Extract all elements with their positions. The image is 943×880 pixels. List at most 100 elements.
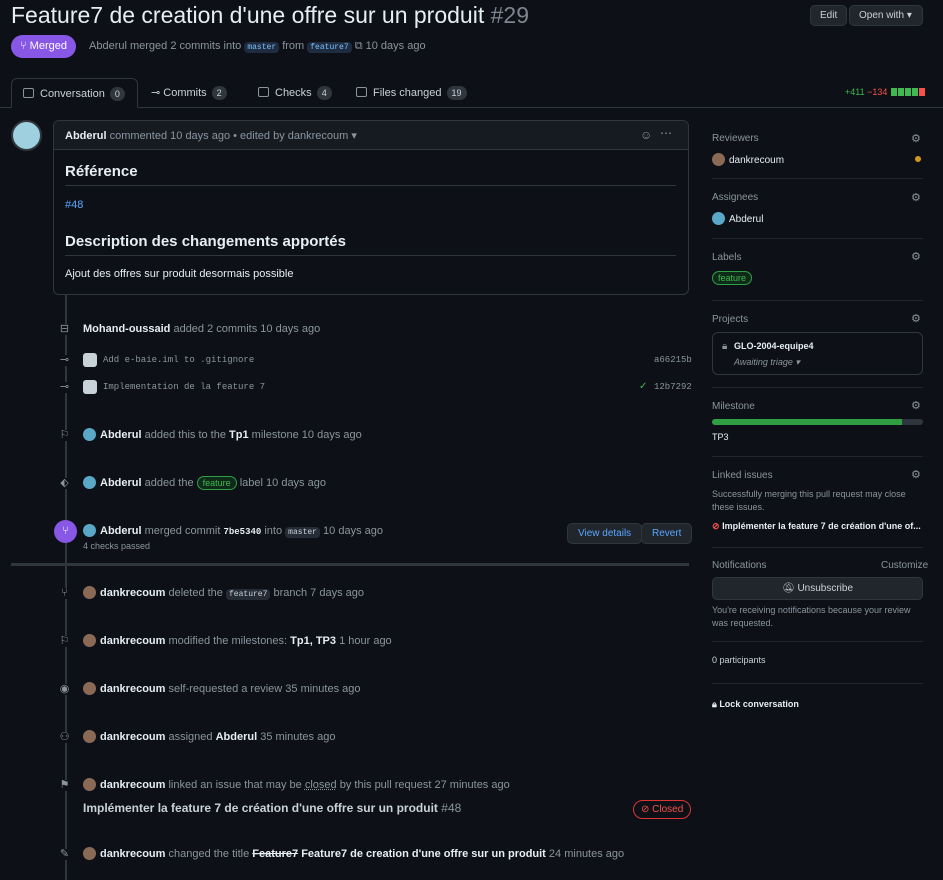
event-actor[interactable]: Mohand-oussaid	[83, 323, 170, 335]
event-actor[interactable]: dankrecoum	[100, 731, 165, 743]
commit-message[interactable]: Add e-baie.iml to .gitignore	[103, 355, 254, 365]
merge-commit-sha[interactable]: 7be5340	[223, 527, 261, 537]
actor-avatar[interactable]	[83, 428, 96, 441]
feature-label[interactable]: feature	[712, 271, 753, 285]
event-time[interactable]: 10 days ago	[260, 323, 320, 335]
feature-label[interactable]: feature	[196, 476, 237, 490]
milestones-list[interactable]: Tp1, TP3	[290, 635, 336, 647]
event-actor[interactable]: dankrecoum	[100, 683, 165, 695]
event-time[interactable]: 27 minutes ago	[435, 779, 510, 791]
commit-message[interactable]: Implementation de la feature 7	[103, 382, 265, 392]
tab-conversation[interactable]: Conversation 0	[11, 78, 138, 108]
assigned-event: dankrecoum assigned Abderul 35 minutes a…	[83, 730, 335, 743]
tab-files-changed[interactable]: Files changed 19	[356, 78, 467, 108]
smiley-icon[interactable]: ☺	[640, 128, 652, 142]
lock-conversation-label: Lock conversation	[719, 699, 799, 709]
project-name[interactable]: GLO-2004-equipe4	[734, 341, 814, 351]
event-time[interactable]: 1 hour ago	[339, 635, 392, 647]
issue-number[interactable]: #48	[441, 801, 461, 815]
assignee-link[interactable]: Abderul	[216, 731, 258, 743]
event-time[interactable]: 10 days ago	[302, 429, 362, 441]
event-time[interactable]: 24 minutes ago	[549, 848, 624, 860]
actor-avatar[interactable]	[83, 730, 96, 743]
unsubscribe-button[interactable]: 🔕︎ Unsubscribe	[712, 577, 923, 600]
reviewer-name[interactable]: dankrecoum	[729, 155, 784, 166]
revert-button[interactable]: Revert	[641, 523, 693, 544]
view-details-button[interactable]: View details	[567, 523, 643, 544]
sidebar-divider	[712, 238, 923, 239]
milestone-icon: ⚐	[59, 635, 70, 647]
event-actor[interactable]: dankrecoum	[100, 848, 165, 860]
event-time[interactable]: 10 days ago	[266, 477, 326, 489]
actor-avatar[interactable]	[83, 847, 96, 860]
sidebar-label[interactable]: feature	[712, 271, 753, 285]
file-diff-icon	[356, 87, 367, 97]
tab-checks[interactable]: Checks 4	[258, 78, 332, 108]
check-icon[interactable]: ✓	[639, 381, 647, 392]
event-time[interactable]: 35 minutes ago	[285, 683, 360, 695]
event-time[interactable]: 7 days ago	[310, 587, 364, 599]
reference-link[interactable]: #48	[65, 199, 83, 211]
author-avatar[interactable]	[11, 120, 42, 151]
event-actor[interactable]: dankrecoum	[100, 587, 165, 599]
base-branch[interactable]: master	[244, 42, 280, 53]
commit-sha[interactable]: 12b7292	[654, 382, 692, 392]
tab-commits[interactable]: ⊸ Commits 2	[151, 78, 227, 108]
linked-issue-title[interactable]: Implémenter la feature 7 de création d'u…	[722, 521, 921, 531]
gear-icon[interactable]: ⚙	[911, 252, 922, 263]
customize-link[interactable]: Customize	[881, 560, 928, 571]
project-status[interactable]: Awaiting triage ▾	[734, 357, 800, 368]
head-branch[interactable]: feature7	[307, 42, 352, 53]
project-card[interactable]: 🔒︎ GLO-2004-equipe4 Awaiting triage ▾	[712, 332, 923, 375]
milestone-name[interactable]: TP3	[712, 432, 729, 442]
gear-icon[interactable]: ⚙	[911, 401, 922, 412]
closed-word[interactable]: closed	[305, 779, 337, 791]
event-actor[interactable]: dankrecoum	[100, 779, 165, 791]
linked-issue-title[interactable]: Implémenter la feature 7 de création d'u…	[83, 801, 461, 815]
checks-passed[interactable]: 4 checks passed	[83, 541, 150, 551]
actor-avatar[interactable]	[83, 778, 96, 791]
gear-icon[interactable]: ⚙	[911, 193, 922, 204]
assignee-item[interactable]: Abderul	[712, 212, 763, 225]
gear-icon[interactable]: ⚙	[911, 134, 922, 145]
linked-issue-item[interactable]: ⊘ Implémenter la feature 7 de création d…	[712, 521, 921, 532]
gear-icon[interactable]: ⚙	[911, 470, 922, 481]
event-actor[interactable]: dankrecoum	[100, 635, 165, 647]
issue-title-text[interactable]: Implémenter la feature 7 de création d'u…	[83, 801, 438, 815]
comment-author[interactable]: Abderul	[65, 130, 107, 142]
reviewer-item[interactable]: dankrecoum	[712, 153, 784, 166]
event-actor[interactable]: Abderul	[100, 429, 142, 441]
milestone-link[interactable]: Tp1	[229, 429, 249, 441]
diff-square	[890, 88, 897, 96]
commit-avatar[interactable]	[83, 353, 97, 367]
actor-avatar[interactable]	[83, 476, 96, 489]
pr-author[interactable]: Abderul	[89, 40, 127, 52]
event-time[interactable]: 35 minutes ago	[260, 731, 335, 743]
event-time[interactable]: 10 days ago	[323, 525, 383, 537]
event-actor[interactable]: Abderul	[100, 525, 142, 537]
commit-avatar[interactable]	[83, 380, 97, 394]
actor-avatar[interactable]	[83, 682, 96, 695]
open-with-label: Open with	[859, 10, 905, 21]
commit-sha[interactable]: a66215b	[654, 355, 692, 365]
pr-from-text: from	[282, 40, 305, 52]
lock-conversation-link[interactable]: 🔒︎ Lock conversation	[712, 699, 799, 710]
sidebar-divider	[712, 178, 923, 179]
assignee-name[interactable]: Abderul	[729, 214, 763, 225]
actor-avatar[interactable]	[83, 634, 96, 647]
copy-icon[interactable]: ⧉	[355, 40, 363, 52]
open-with-button[interactable]: Open with ▾	[849, 5, 923, 26]
actor-avatar[interactable]	[83, 524, 96, 537]
merge-branch[interactable]: master	[285, 527, 320, 538]
gear-icon[interactable]: ⚙	[911, 314, 922, 325]
projects-title: Projects	[712, 314, 749, 325]
caret-down-icon[interactable]: ▾	[351, 130, 357, 142]
kebab-menu-icon[interactable]: ⋯	[660, 126, 672, 140]
event-text: added the	[144, 477, 194, 489]
actor-avatar[interactable]	[83, 586, 96, 599]
event-actor[interactable]: Abderul	[100, 477, 142, 489]
event-text: added this to the	[144, 429, 226, 441]
edit-button[interactable]: Edit	[810, 5, 848, 26]
comment-meta-text[interactable]: commented 10 days ago • edited by dankre…	[110, 130, 349, 142]
event-text2: by this pull request	[339, 779, 432, 791]
